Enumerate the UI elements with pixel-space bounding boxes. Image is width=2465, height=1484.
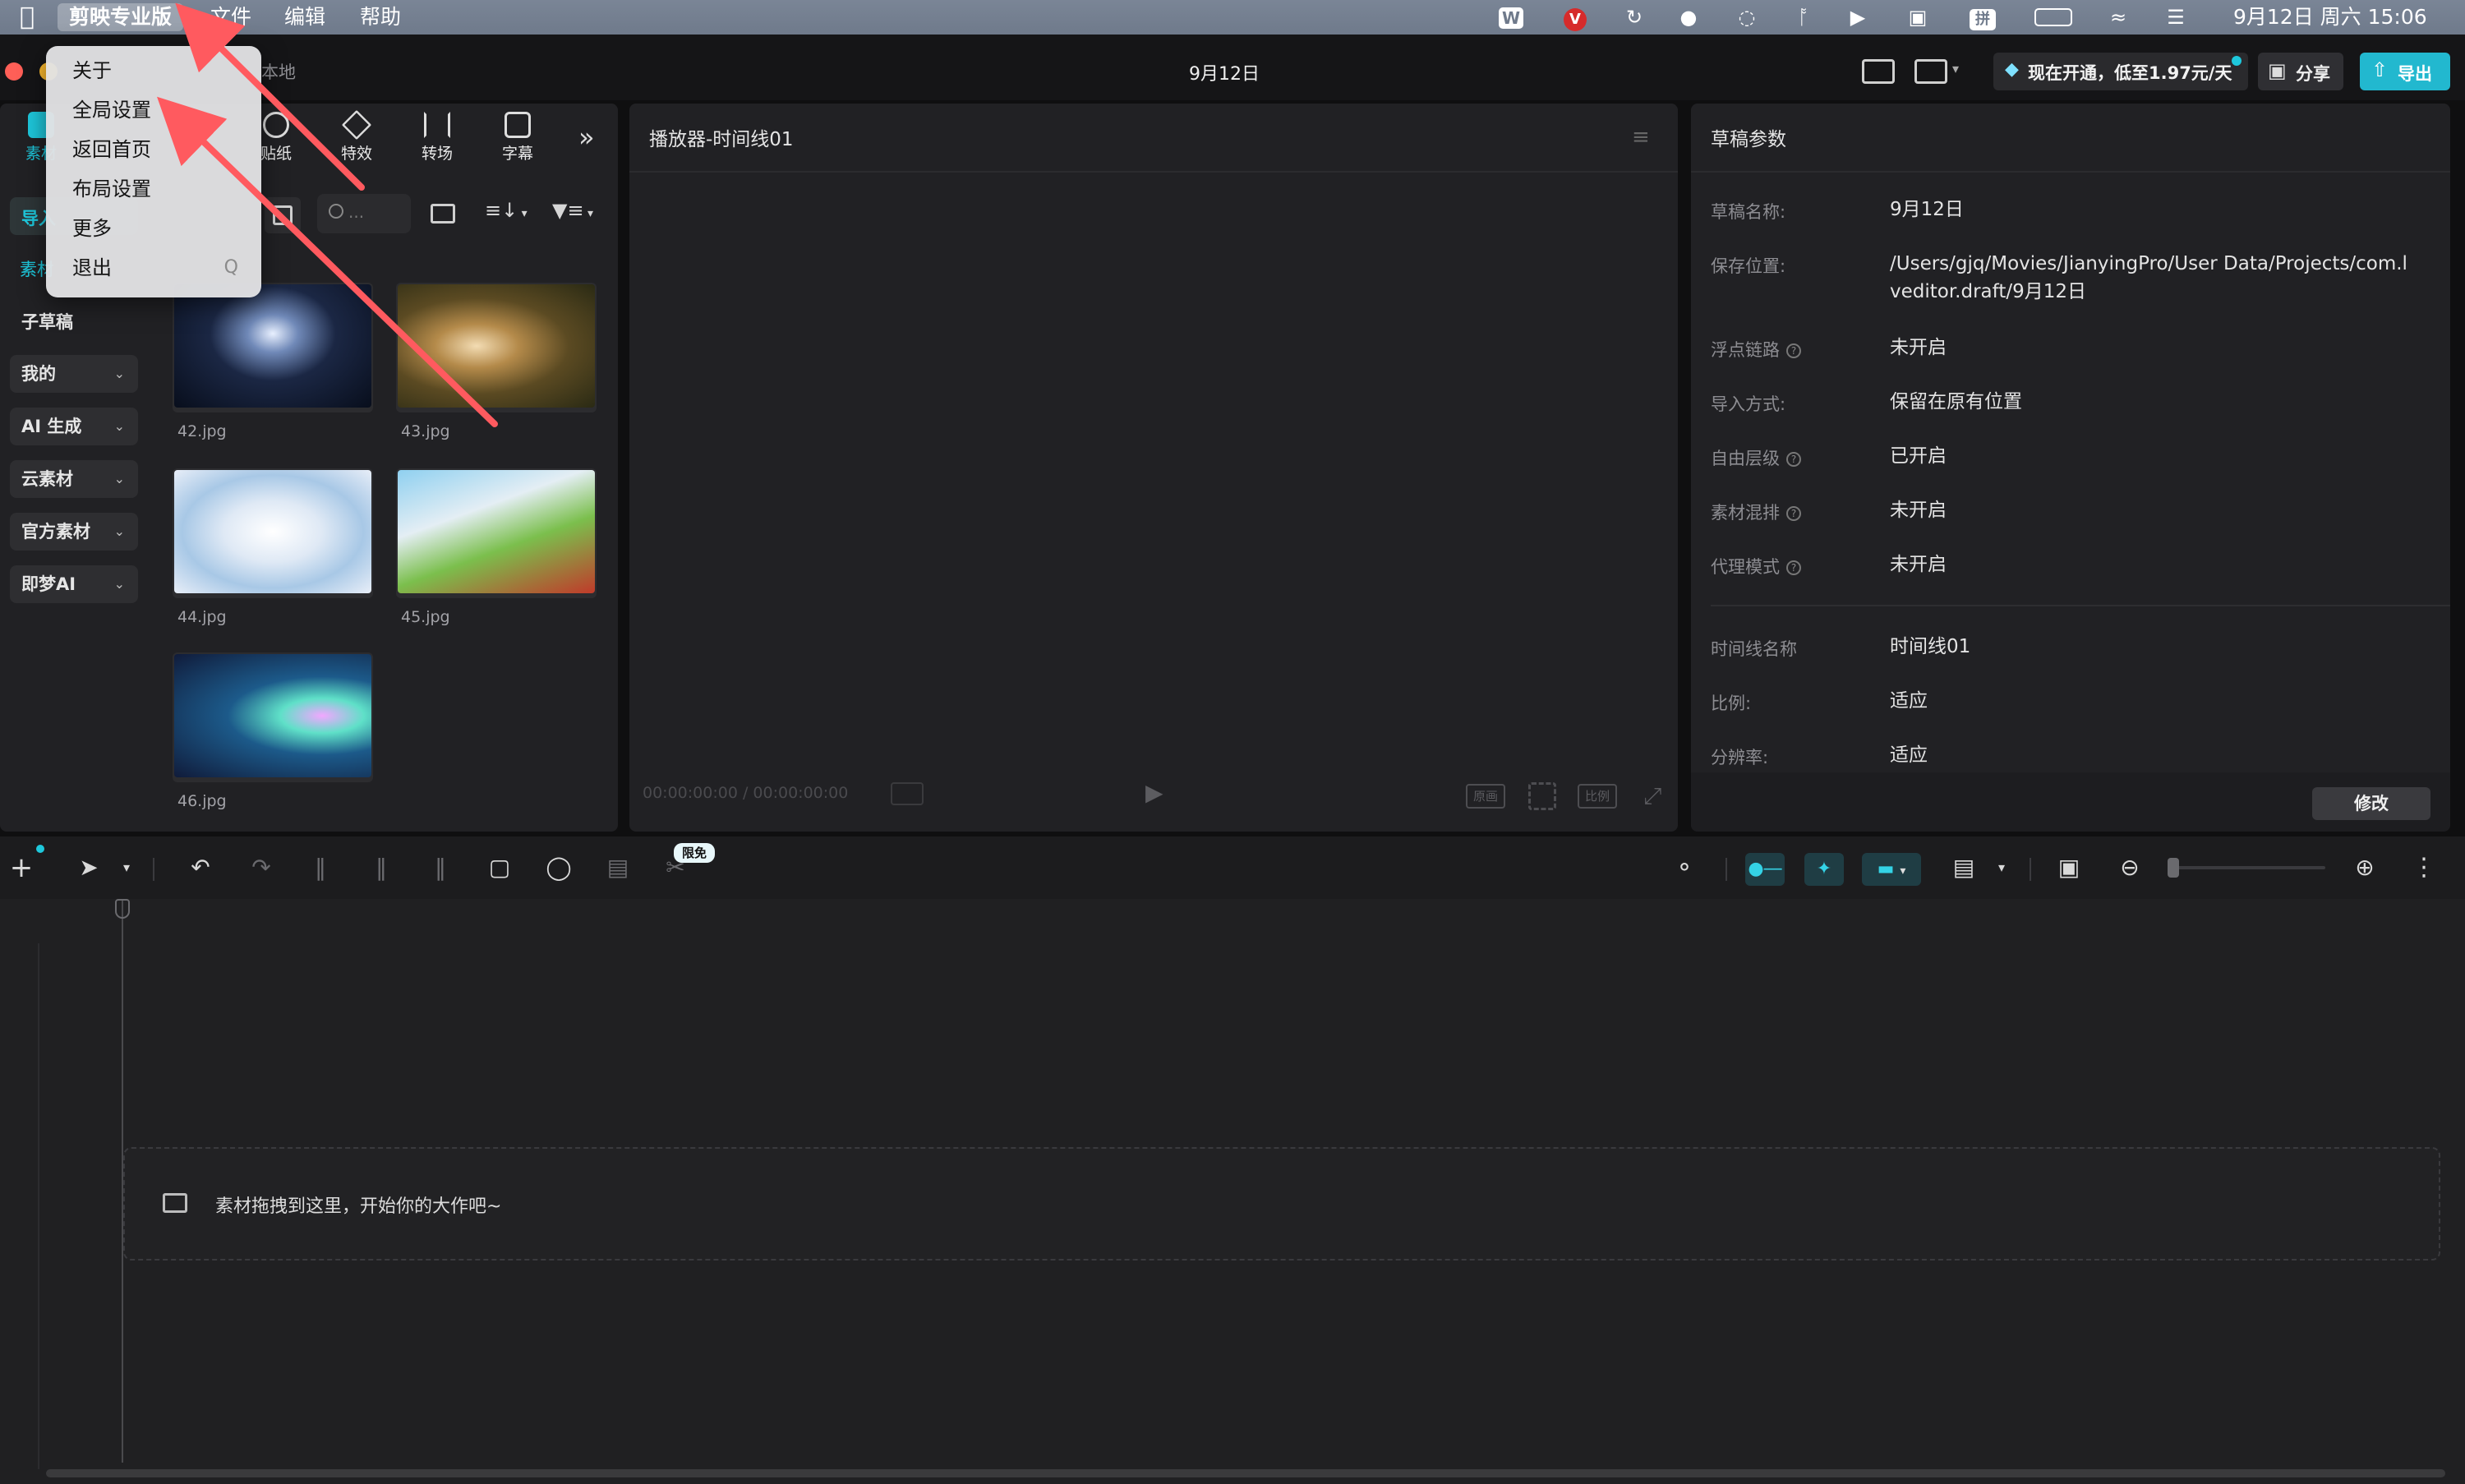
annotation-arrows	[157, 2, 498, 427]
annotation-arrow-menu	[175, 2, 365, 191]
